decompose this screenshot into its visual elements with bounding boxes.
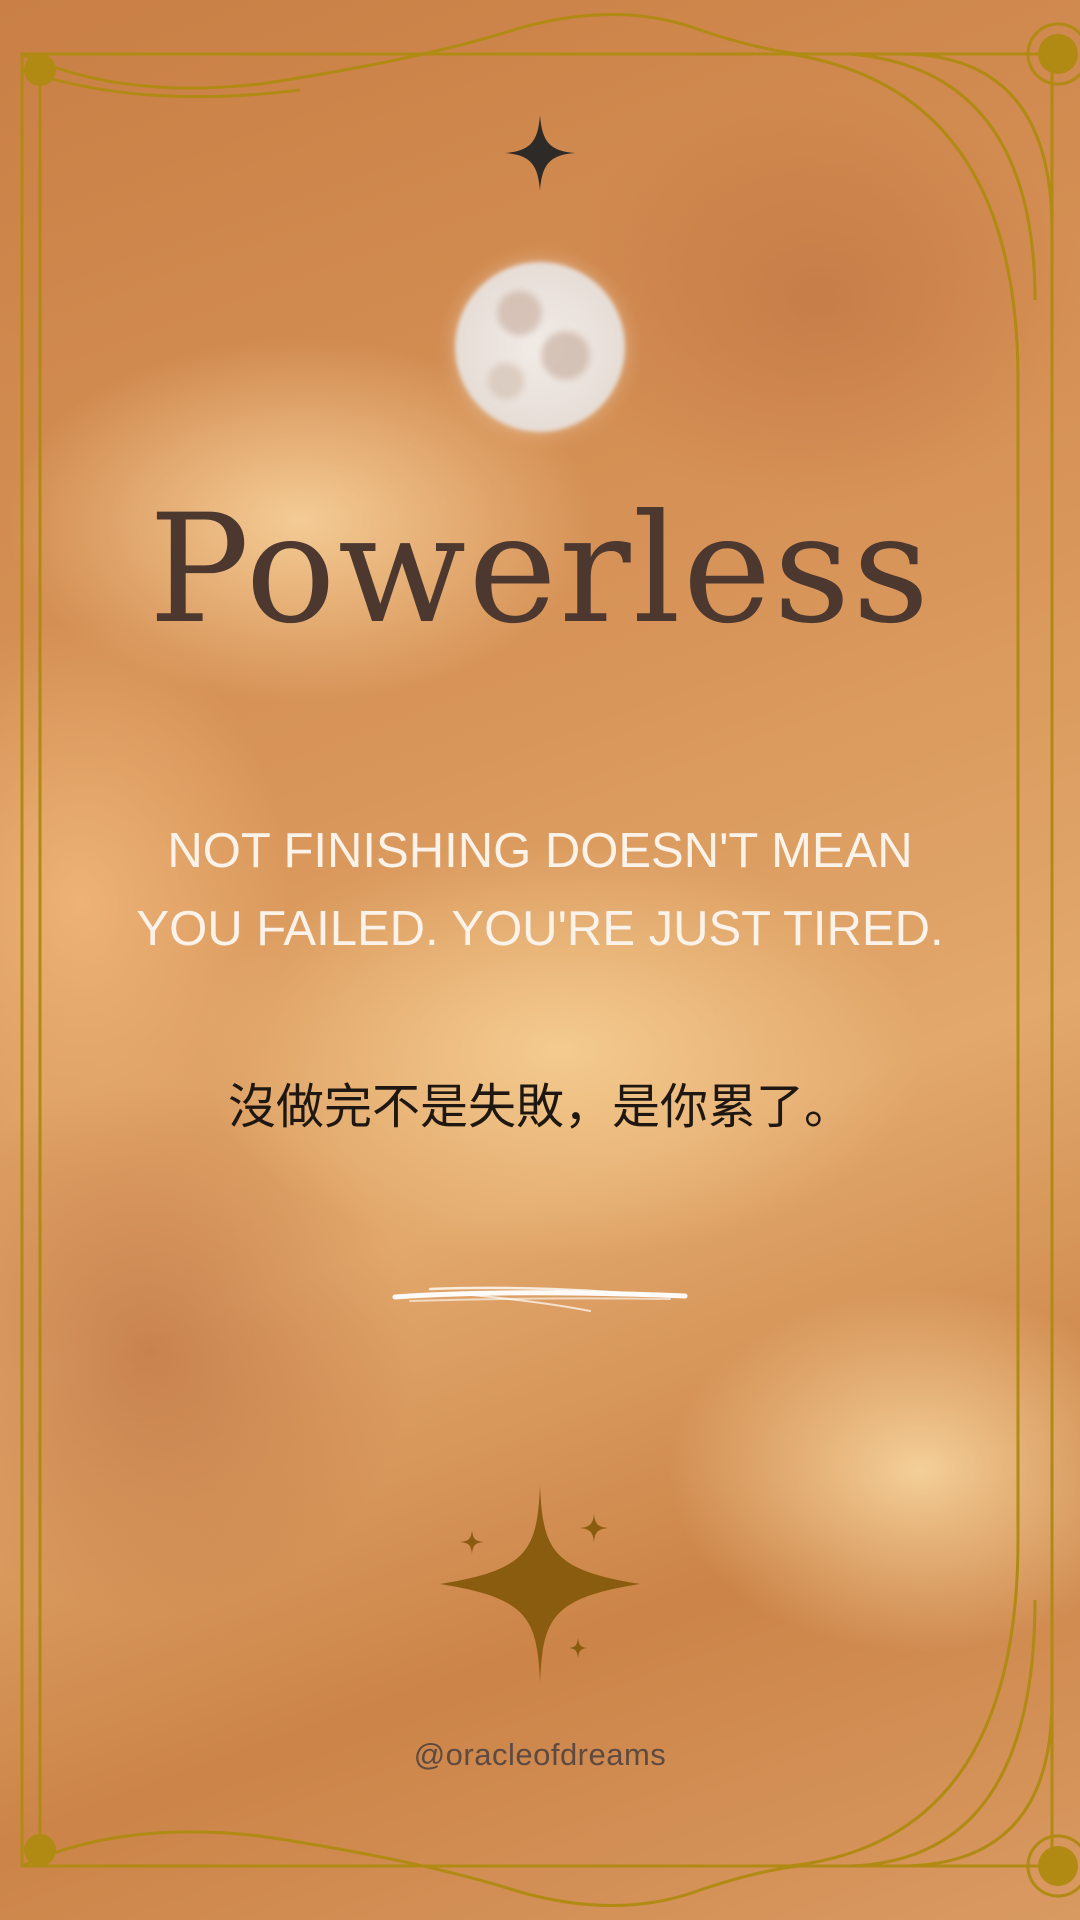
brush-stroke-divider	[392, 1286, 688, 1312]
full-moon-image	[455, 262, 625, 432]
oracle-card: Powerless NOT FINISHING DOESN'T MEAN YOU…	[0, 0, 1080, 1920]
sparkle-cluster-icon	[440, 1486, 640, 1682]
quote-chinese: 沒做完不是失敗，是你累了。	[227, 1079, 852, 1135]
four-point-star-icon	[505, 115, 575, 191]
card-title: Powerless	[148, 483, 932, 657]
quote-english-line-2: YOU FAILED. YOU'RE JUST TIRED.	[136, 902, 944, 956]
social-handle: @oracleofdreams	[413, 1737, 667, 1772]
quote-english-line-1: NOT FINISHING DOESN'T MEAN	[167, 824, 913, 878]
quote-english: NOT FINISHING DOESN'T MEAN YOU FAILED. Y…	[100, 812, 980, 968]
